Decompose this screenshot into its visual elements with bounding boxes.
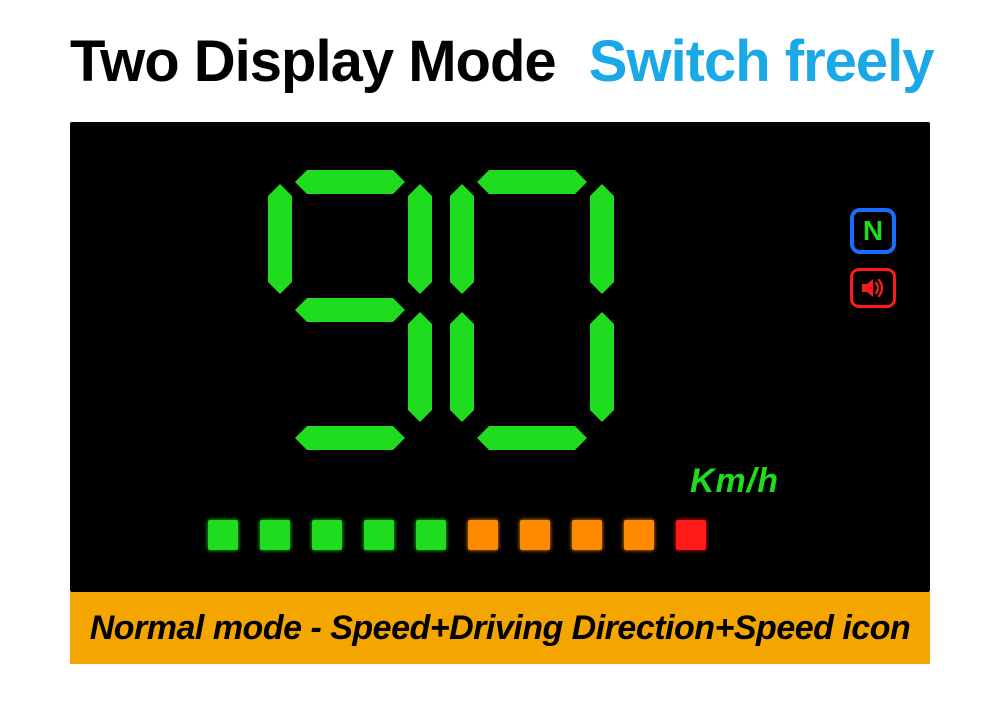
speed-bar-tick [312, 520, 342, 550]
speed-bar-tick [416, 520, 446, 550]
headline: Two Display Mode Switch freely [70, 28, 934, 95]
page: Two Display Mode Switch freely Km/h N No… [0, 0, 1000, 709]
caption-text: Normal mode - Speed+Driving Direction+Sp… [90, 609, 911, 648]
speed-bar [208, 520, 706, 550]
speed-bar-tick [572, 520, 602, 550]
speed-bar-tick [520, 520, 550, 550]
indicator-column: N [850, 208, 896, 308]
speed-value [270, 170, 612, 450]
speed-digit [270, 170, 430, 450]
speed-bar-tick [468, 520, 498, 550]
headline-main: Two Display Mode [70, 29, 556, 94]
speed-digit [452, 170, 612, 450]
direction-indicator-letter: N [863, 215, 883, 247]
speed-bar-tick [624, 520, 654, 550]
caption-bar: Normal mode - Speed+Driving Direction+Sp… [70, 592, 930, 664]
direction-indicator: N [850, 208, 896, 254]
speed-bar-tick [676, 520, 706, 550]
sound-indicator [850, 268, 896, 308]
headline-accent: Switch freely [589, 29, 934, 94]
speed-bar-tick [208, 520, 238, 550]
speed-bar-tick [260, 520, 290, 550]
speed-unit: Km/h [690, 462, 779, 501]
hud-display: Km/h N [70, 122, 930, 592]
speed-bar-tick [364, 520, 394, 550]
sound-icon [860, 277, 886, 299]
